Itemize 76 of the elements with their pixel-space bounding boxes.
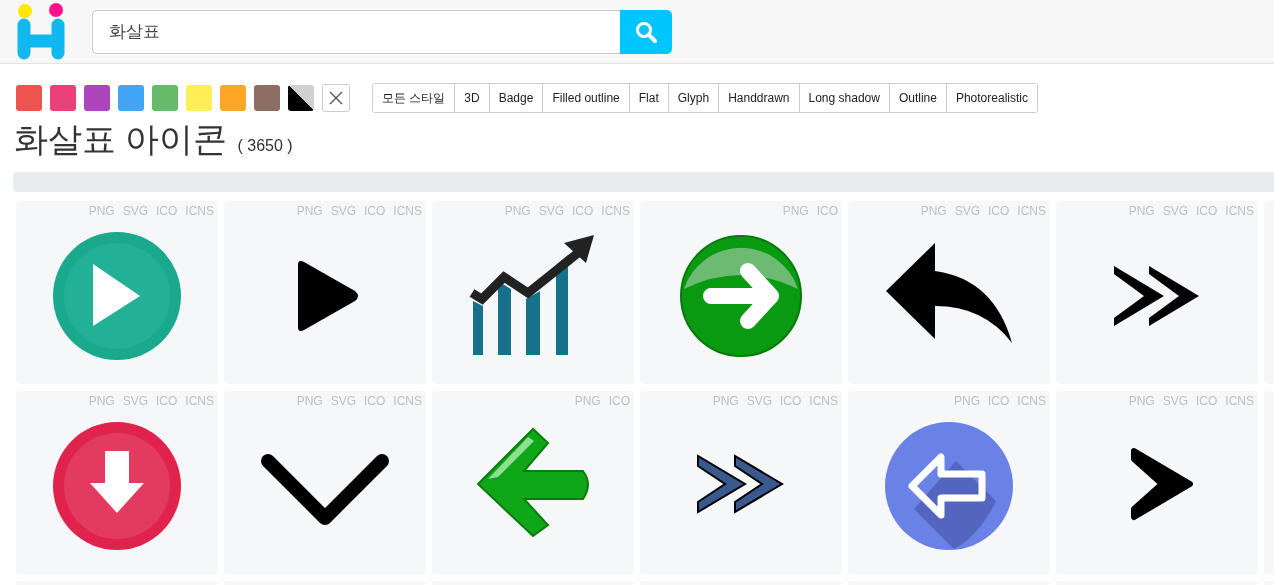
format-link[interactable]: ICNS <box>185 204 214 218</box>
format-link[interactable]: SVG <box>122 204 148 218</box>
icon-tile[interactable]: PNG SVG ICO ICNS <box>224 201 426 384</box>
format-link[interactable]: PNG <box>296 394 323 408</box>
left-arrow-circle-icon <box>884 420 1014 551</box>
search-icon <box>635 20 657 43</box>
format-link[interactable]: ICO <box>156 394 178 408</box>
play-circle-icon <box>52 230 182 361</box>
icon-tile[interactable]: PNG ICO ICNS <box>848 391 1050 574</box>
format-link[interactable]: ICO <box>1196 394 1218 408</box>
search-button[interactable] <box>620 9 672 54</box>
icon-tile[interactable]: PNG SVG ICO ICNS <box>1056 391 1258 574</box>
format-link[interactable]: SVG <box>746 394 772 408</box>
format-link[interactable]: ICO <box>816 204 838 218</box>
format-link[interactable]: ICNS <box>601 204 630 218</box>
icon-tile[interactable]: PNG SVG ICO ICNS <box>1056 201 1258 384</box>
icon-tile[interactable]: PNG SVG ICO ICNS <box>16 391 218 574</box>
format-link[interactable]: SVG <box>1162 394 1188 408</box>
format-link[interactable]: ICNS <box>393 204 422 218</box>
format-link[interactable]: ICNS <box>1017 204 1046 218</box>
format-link[interactable]: SVG <box>330 394 356 408</box>
format-link[interactable]: ICO <box>780 394 802 408</box>
format-link[interactable]: PNG <box>782 204 809 218</box>
format-link[interactable]: SVG <box>122 394 148 408</box>
color-swatch[interactable] <box>288 84 314 111</box>
color-swatch[interactable] <box>220 84 246 111</box>
format-link[interactable]: ICO <box>364 394 386 408</box>
down-arrow-circle-icon <box>52 420 182 551</box>
format-link[interactable]: ICNS <box>393 394 422 408</box>
format-link[interactable]: PNG <box>712 394 739 408</box>
format-link[interactable]: SVG <box>538 204 564 218</box>
color-swatch[interactable] <box>16 84 42 111</box>
close-icon <box>329 90 343 105</box>
color-swatch[interactable] <box>118 84 144 111</box>
search-field[interactable]: 화살표 <box>92 9 620 54</box>
format-link[interactable]: PNG <box>88 394 115 408</box>
format-link[interactable]: ICNS <box>1225 394 1254 408</box>
color-swatch[interactable] <box>84 84 110 111</box>
icon-tile[interactable]: PNG SVG ICO ICNS <box>16 201 218 384</box>
format-link[interactable]: ICO <box>1196 204 1218 218</box>
icon-tile[interactable]: PNG SVG ICO ICNS <box>640 391 842 574</box>
format-link[interactable]: ICNS <box>809 394 838 408</box>
format-link[interactable]: PNG <box>1128 394 1155 408</box>
format-link[interactable]: SVG <box>1162 204 1188 218</box>
format-link[interactable]: ICO <box>608 394 630 408</box>
format-link[interactable]: ICNS <box>1225 204 1254 218</box>
clear-color-button[interactable] <box>322 83 350 112</box>
icon-tile[interactable]: PNG ICO <box>640 201 842 384</box>
format-link[interactable]: PNG <box>504 204 531 218</box>
format-link[interactable]: PNG <box>920 204 947 218</box>
format-link[interactable]: SVG <box>330 204 356 218</box>
format-link[interactable]: PNG <box>296 204 323 218</box>
style-filter-button[interactable]: Photorealistic <box>945 84 1037 112</box>
format-link[interactable]: SVG <box>954 204 980 218</box>
format-link[interactable]: ICO <box>988 204 1010 218</box>
format-link[interactable]: ICO <box>572 204 594 218</box>
format-link[interactable]: ICO <box>988 394 1010 408</box>
format-link[interactable]: ICNS <box>1017 394 1046 408</box>
format-link[interactable]: PNG <box>1128 204 1155 218</box>
format-link[interactable]: ICNS <box>185 394 214 408</box>
format-link[interactable]: PNG <box>574 394 601 408</box>
format-link[interactable]: PNG <box>88 204 115 218</box>
logo-icon[interactable] <box>16 2 66 61</box>
format-link[interactable]: ICO <box>364 204 386 218</box>
color-swatch[interactable] <box>50 84 76 111</box>
color-swatch[interactable] <box>254 84 280 111</box>
page-title: 화살표 아이콘 <box>14 119 228 160</box>
format-link[interactable]: PNG <box>953 394 980 408</box>
icon-tile[interactable]: PNG SVG ICO ICNS <box>224 391 426 574</box>
color-swatch[interactable] <box>152 84 178 111</box>
format-link[interactable]: ICO <box>156 204 178 218</box>
icon-tile[interactable]: PNG ICO <box>432 391 634 574</box>
color-swatch[interactable] <box>186 84 212 111</box>
icon-tile[interactable]: PNG SVG ICO ICNS <box>848 201 1050 384</box>
result-count: ( 3650 ) <box>237 137 293 155</box>
icon-tile[interactable]: PNG SVG ICO ICNS <box>432 201 634 384</box>
